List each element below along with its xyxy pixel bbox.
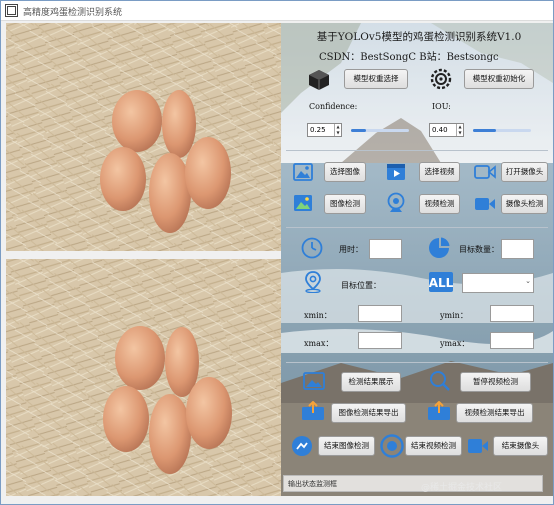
xmax-label: xmax： [304, 339, 334, 348]
ymax-value [490, 332, 534, 349]
time-value [369, 239, 402, 259]
pause-video-button[interactable]: 暂停视频检测 [460, 372, 531, 392]
confidence-value: 0.25 [310, 126, 326, 134]
gallery-icon [303, 372, 325, 390]
end-image-icon [292, 436, 312, 456]
count-label: 目标数量： [459, 245, 499, 254]
window-title: 高精度鸡蛋检测识别系统 [23, 8, 123, 18]
status-output-box: 输出状态监测框 [283, 475, 543, 492]
location-pin-icon [305, 271, 321, 293]
svg-text:ALL: ALL [429, 276, 453, 290]
divider [286, 227, 548, 228]
export-image-icon [302, 401, 324, 420]
spin-arrows-icon[interactable]: ▲ ▼ [456, 124, 463, 136]
ymin-value [490, 305, 534, 322]
eggs-image [6, 23, 281, 251]
export-video-button[interactable]: 视频检测结果导出 [456, 403, 533, 423]
end-video-button[interactable]: 结束视频检测 [405, 436, 462, 456]
open-camera-button[interactable]: 打开摄像头 [501, 162, 548, 182]
original-image-view [6, 23, 281, 251]
confidence-slider[interactable] [351, 129, 409, 132]
image-detect-icon [294, 195, 312, 211]
watermark-text: @稀土掘金技术社区 [421, 483, 503, 493]
app-icon [5, 4, 18, 17]
iou-value: 0.40 [432, 126, 448, 134]
credits-text: CSDN：BestSongC B站：Bestsongc [319, 52, 499, 63]
select-video-button[interactable]: 选择视频 [419, 162, 460, 182]
end-camera-button[interactable]: 结束摄像头 [493, 436, 548, 456]
confidence-slider-fill [351, 129, 366, 132]
confidence-label: Confidence: [309, 102, 358, 111]
divider [286, 362, 548, 363]
chevron-down-icon: ⌄ [525, 277, 531, 285]
webcam-icon [387, 192, 405, 212]
control-panel-background [281, 23, 553, 496]
title-bar: 高精度鸡蛋检测识别系统 [1, 1, 553, 21]
iou-label: IOU: [432, 102, 451, 111]
image-detect-button[interactable]: 图像检测 [324, 194, 366, 214]
divider [286, 150, 548, 151]
model-init-button[interactable]: 模型权重初始化 [464, 69, 534, 89]
position-label: 目标位置： [341, 281, 381, 290]
pie-chart-icon [429, 237, 450, 258]
eggs-result-image [6, 259, 281, 496]
video-camera-icon [474, 165, 496, 179]
model-select-button[interactable]: 模型权重选择 [344, 69, 408, 89]
gear-icon [430, 68, 452, 90]
camera-detect-icon [475, 198, 495, 210]
end-video-icon [380, 434, 404, 458]
iou-slider[interactable] [473, 129, 531, 132]
video-file-icon [387, 164, 405, 180]
show-result-button[interactable]: 检测结果展示 [341, 372, 401, 392]
iou-slider-fill [473, 129, 497, 132]
xmin-value [358, 305, 402, 322]
xmax-value [358, 332, 402, 349]
export-image-button[interactable]: 图像检测结果导出 [331, 403, 406, 423]
end-camera-icon [468, 439, 488, 453]
video-detect-button[interactable]: 视频检测 [419, 194, 460, 214]
app-window: 高精度鸡蛋检测识别系统 基于YOLOv5模型的鸡蛋检测识别系统V1.0 CSDN… [0, 0, 554, 505]
camera-detect-button[interactable]: 摄像头检测 [501, 194, 548, 214]
system-title: 基于YOLOv5模型的鸡蛋检测识别系统V1.0 [316, 31, 522, 43]
ymin-label: ymin： [440, 311, 468, 320]
xmin-label: xmin： [304, 311, 332, 320]
ymax-label: ymax： [440, 339, 470, 348]
cube-icon [309, 70, 329, 90]
clock-icon [301, 237, 323, 259]
time-label: 用时： [339, 245, 363, 254]
iou-spinbox[interactable]: 0.40 ▲ ▼ [429, 123, 464, 137]
target-select-dropdown[interactable]: ⌄ [462, 273, 534, 293]
spin-arrows-icon[interactable]: ▲ ▼ [334, 124, 341, 136]
result-image-view [6, 259, 281, 496]
export-video-icon [428, 401, 450, 420]
count-value [501, 239, 534, 259]
all-icon: ALL [429, 272, 453, 292]
image-icon [293, 163, 313, 181]
select-image-button[interactable]: 选择图像 [324, 162, 366, 182]
confidence-spinbox[interactable]: 0.25 ▲ ▼ [307, 123, 342, 137]
search-icon [430, 371, 450, 391]
end-image-button[interactable]: 结束图像检测 [318, 436, 375, 456]
